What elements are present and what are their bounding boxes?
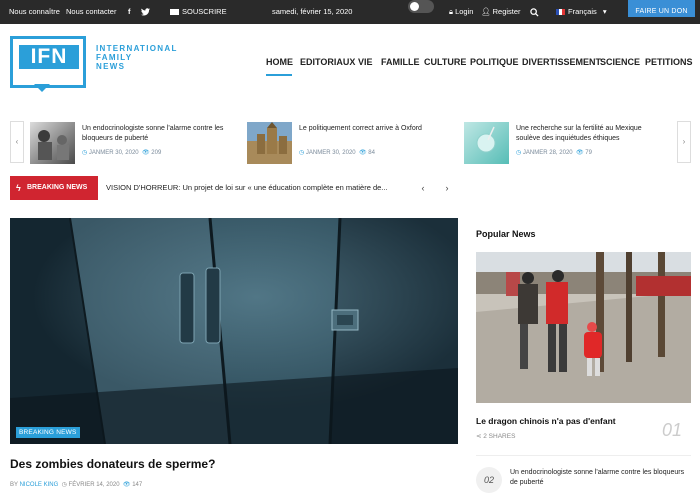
ticker-date: JANMER 28, 2020	[522, 150, 573, 156]
nav-item-culture[interactable]: CULTURE	[424, 57, 466, 67]
hero-views: 147	[132, 482, 143, 488]
ticker-next-button[interactable]: ›	[677, 121, 691, 163]
language-label: Français	[568, 7, 597, 16]
nav-item-politique[interactable]: POLITIQUE	[470, 57, 519, 67]
breaking-next-button[interactable]: ›	[438, 179, 456, 197]
active-nav-indicator	[266, 74, 292, 76]
logo-tail	[34, 84, 50, 92]
hero-author-link[interactable]: NICOLE KING	[20, 482, 59, 488]
nav-item-famille[interactable]: FAMILLE	[381, 57, 420, 67]
ticker-views: 209	[151, 150, 162, 156]
lock-icon: 🔒︎	[449, 7, 453, 16]
ticker-thumbnail	[30, 122, 75, 164]
popular-item-rank: 02	[476, 467, 502, 493]
logo-line-2: FAMILY	[96, 53, 133, 62]
hero-meta: BY NICOLE KING ◷ FÉVRIER 14, 2020 👁︎ 147	[10, 481, 142, 488]
contact-link[interactable]: Nous contacter	[66, 0, 116, 24]
ticker-thumbnail	[247, 122, 292, 164]
logo[interactable]: IFN	[10, 36, 86, 88]
ticker-title[interactable]: Le politiquement correct arrive à Oxford	[299, 124, 449, 134]
subscribe-label: SOUSCRIRE	[182, 7, 227, 16]
chevron-down-icon: ▾	[602, 7, 607, 16]
language-select[interactable]: Français ▾	[556, 0, 607, 24]
breaking-news-label-text: BREAKING NEWS	[27, 184, 88, 191]
ticker-meta: ◷ JANMER 28, 2020 👁︎ 79	[516, 149, 592, 156]
ticker-title[interactable]: Une recherche sur la fertilité au Mexiqu…	[516, 124, 666, 144]
breaking-news-headline[interactable]: VISION D'HORREUR: Un projet de loi sur «…	[106, 176, 406, 200]
donate-button[interactable]: FAIRE UN DON	[628, 0, 695, 17]
eye-icon: 👁︎	[122, 482, 131, 488]
search-icon[interactable]	[530, 0, 539, 24]
breaking-prev-button[interactable]: ‹	[414, 179, 432, 197]
share-icon: ⋖	[476, 433, 482, 440]
register-link[interactable]: 👤︎ Register	[481, 0, 521, 24]
popular-photo	[476, 252, 691, 403]
ticker-views: 84	[368, 150, 375, 156]
popular-item-shares: ⋖ 2 SHARES	[476, 432, 515, 440]
hero-by: BY	[10, 482, 18, 488]
ticker-title[interactable]: Un endocrinologiste sonne l'alarme contr…	[82, 124, 232, 144]
nav-item-vie[interactable]: VIE	[358, 57, 373, 67]
popular-item-title[interactable]: Le dragon chinois n'a pas d'enfant	[476, 416, 616, 426]
bolt-icon: ϟ	[16, 183, 21, 193]
eye-icon: 👁︎	[141, 150, 150, 156]
ticker-meta: ◷ JANMER 30, 2020 👁︎ 209	[82, 149, 161, 156]
popular-news-heading: Popular News	[476, 229, 536, 239]
shares-count: 2 SHARES	[483, 433, 516, 440]
register-label: Register	[492, 7, 521, 16]
facebook-icon[interactable]: f	[128, 0, 131, 24]
top-bar: Nous connaître Nous contacter f SOUSCRIR…	[0, 0, 700, 24]
twitter-icon[interactable]	[141, 0, 150, 24]
popular-news-image[interactable]	[476, 252, 691, 403]
breaking-news-label: ϟ BREAKING NEWS	[10, 176, 98, 200]
chevron-right-icon: ›	[682, 137, 686, 146]
ticker-views: 79	[585, 150, 592, 156]
user-icon: 👤︎	[481, 7, 491, 16]
mail-icon	[170, 9, 179, 16]
current-date: samedi, février 15, 2020	[272, 7, 353, 16]
logo-line-3: NEWS	[96, 62, 126, 71]
nav-item-home[interactable]: HOME	[266, 57, 293, 67]
chevron-left-icon: ‹	[15, 137, 19, 146]
hero-title[interactable]: Des zombies donateurs de sperme?	[10, 457, 215, 471]
ticker-thumbnail	[464, 122, 509, 164]
chevron-right-icon: ›	[445, 183, 449, 193]
login-label: Login	[455, 7, 474, 16]
nav-item-divertissement[interactable]: DIVERTISSEMENT	[522, 57, 601, 67]
popular-item-title[interactable]: Un endocrinologiste sonne l'alarme contr…	[510, 468, 690, 488]
hero-image[interactable]	[10, 218, 458, 444]
ticker-date: JANMER 30, 2020	[305, 150, 356, 156]
nav-item-science[interactable]: SCIENCE	[600, 57, 640, 67]
clock-icon: ◷	[61, 482, 67, 488]
ticker-meta: ◷ JANMER 30, 2020 👁︎ 84	[299, 149, 375, 156]
hero-photo	[10, 218, 458, 444]
french-flag-icon	[556, 9, 565, 16]
logo-text: INTERNATIONAL FAMILY NEWS	[96, 44, 178, 71]
nav-item-petitions[interactable]: PETITIONS	[645, 57, 693, 67]
dark-mode-toggle[interactable]	[408, 0, 434, 13]
logo-line-1: INTERNATIONAL	[96, 44, 178, 53]
divider	[476, 455, 691, 456]
hero-category-badge[interactable]: BREAKING NEWS	[16, 427, 80, 438]
popular-item-rank: 01	[662, 420, 683, 440]
about-link[interactable]: Nous connaître	[9, 0, 60, 24]
login-link[interactable]: 🔒︎ Login	[449, 0, 473, 24]
logo-mark: IFN	[19, 45, 79, 69]
toggle-knob	[410, 2, 419, 11]
clock-icon: ◷	[299, 150, 305, 156]
clock-icon: ◷	[516, 150, 522, 156]
chevron-left-icon: ‹	[421, 183, 425, 193]
clock-icon: ◷	[82, 150, 88, 156]
nav-item-editoriaux[interactable]: EDITORIAUX	[300, 57, 355, 67]
eye-icon: 👁︎	[575, 150, 584, 156]
ticker-prev-button[interactable]: ‹	[10, 121, 24, 163]
subscribe-link[interactable]: SOUSCRIRE	[170, 0, 227, 24]
ticker-date: JANMER 30, 2020	[88, 150, 139, 156]
breaking-news-bar: ϟ BREAKING NEWS VISION D'HORREUR: Un proj…	[10, 176, 458, 200]
eye-icon: 👁︎	[358, 150, 367, 156]
hero-date: FÉVRIER 14, 2020	[68, 482, 120, 488]
